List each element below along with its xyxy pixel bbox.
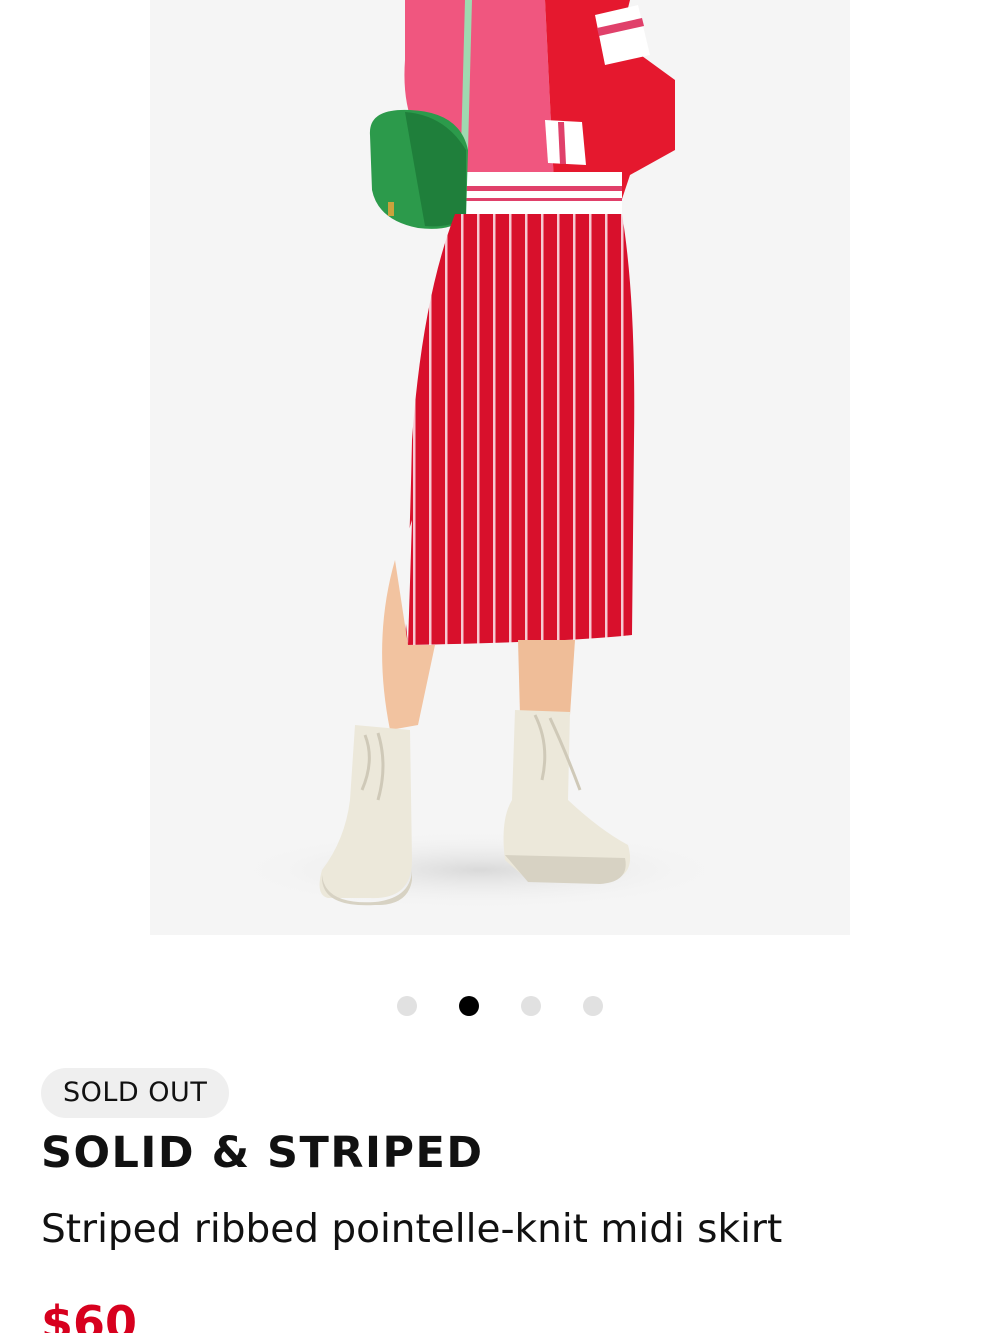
carousel-dot-2[interactable] [459, 996, 479, 1016]
carousel-dot-1[interactable] [397, 996, 417, 1016]
sold-out-badge: SOLD OUT [41, 1068, 230, 1118]
brand-name[interactable]: SOLID & STRIPED [41, 1128, 484, 1178]
product-page: SOLD OUT SOLID & STRIPED Striped ribbed … [0, 0, 1000, 1333]
product-title: Striped ribbed pointelle-knit midi skirt [41, 1207, 783, 1252]
carousel-pagination [0, 996, 1000, 1016]
carousel-dot-3[interactable] [521, 996, 541, 1016]
carousel-dot-4[interactable] [583, 996, 603, 1016]
product-price: $60 [41, 1296, 138, 1333]
product-image-carousel[interactable] [150, 0, 850, 935]
product-photo[interactable] [150, 0, 850, 935]
